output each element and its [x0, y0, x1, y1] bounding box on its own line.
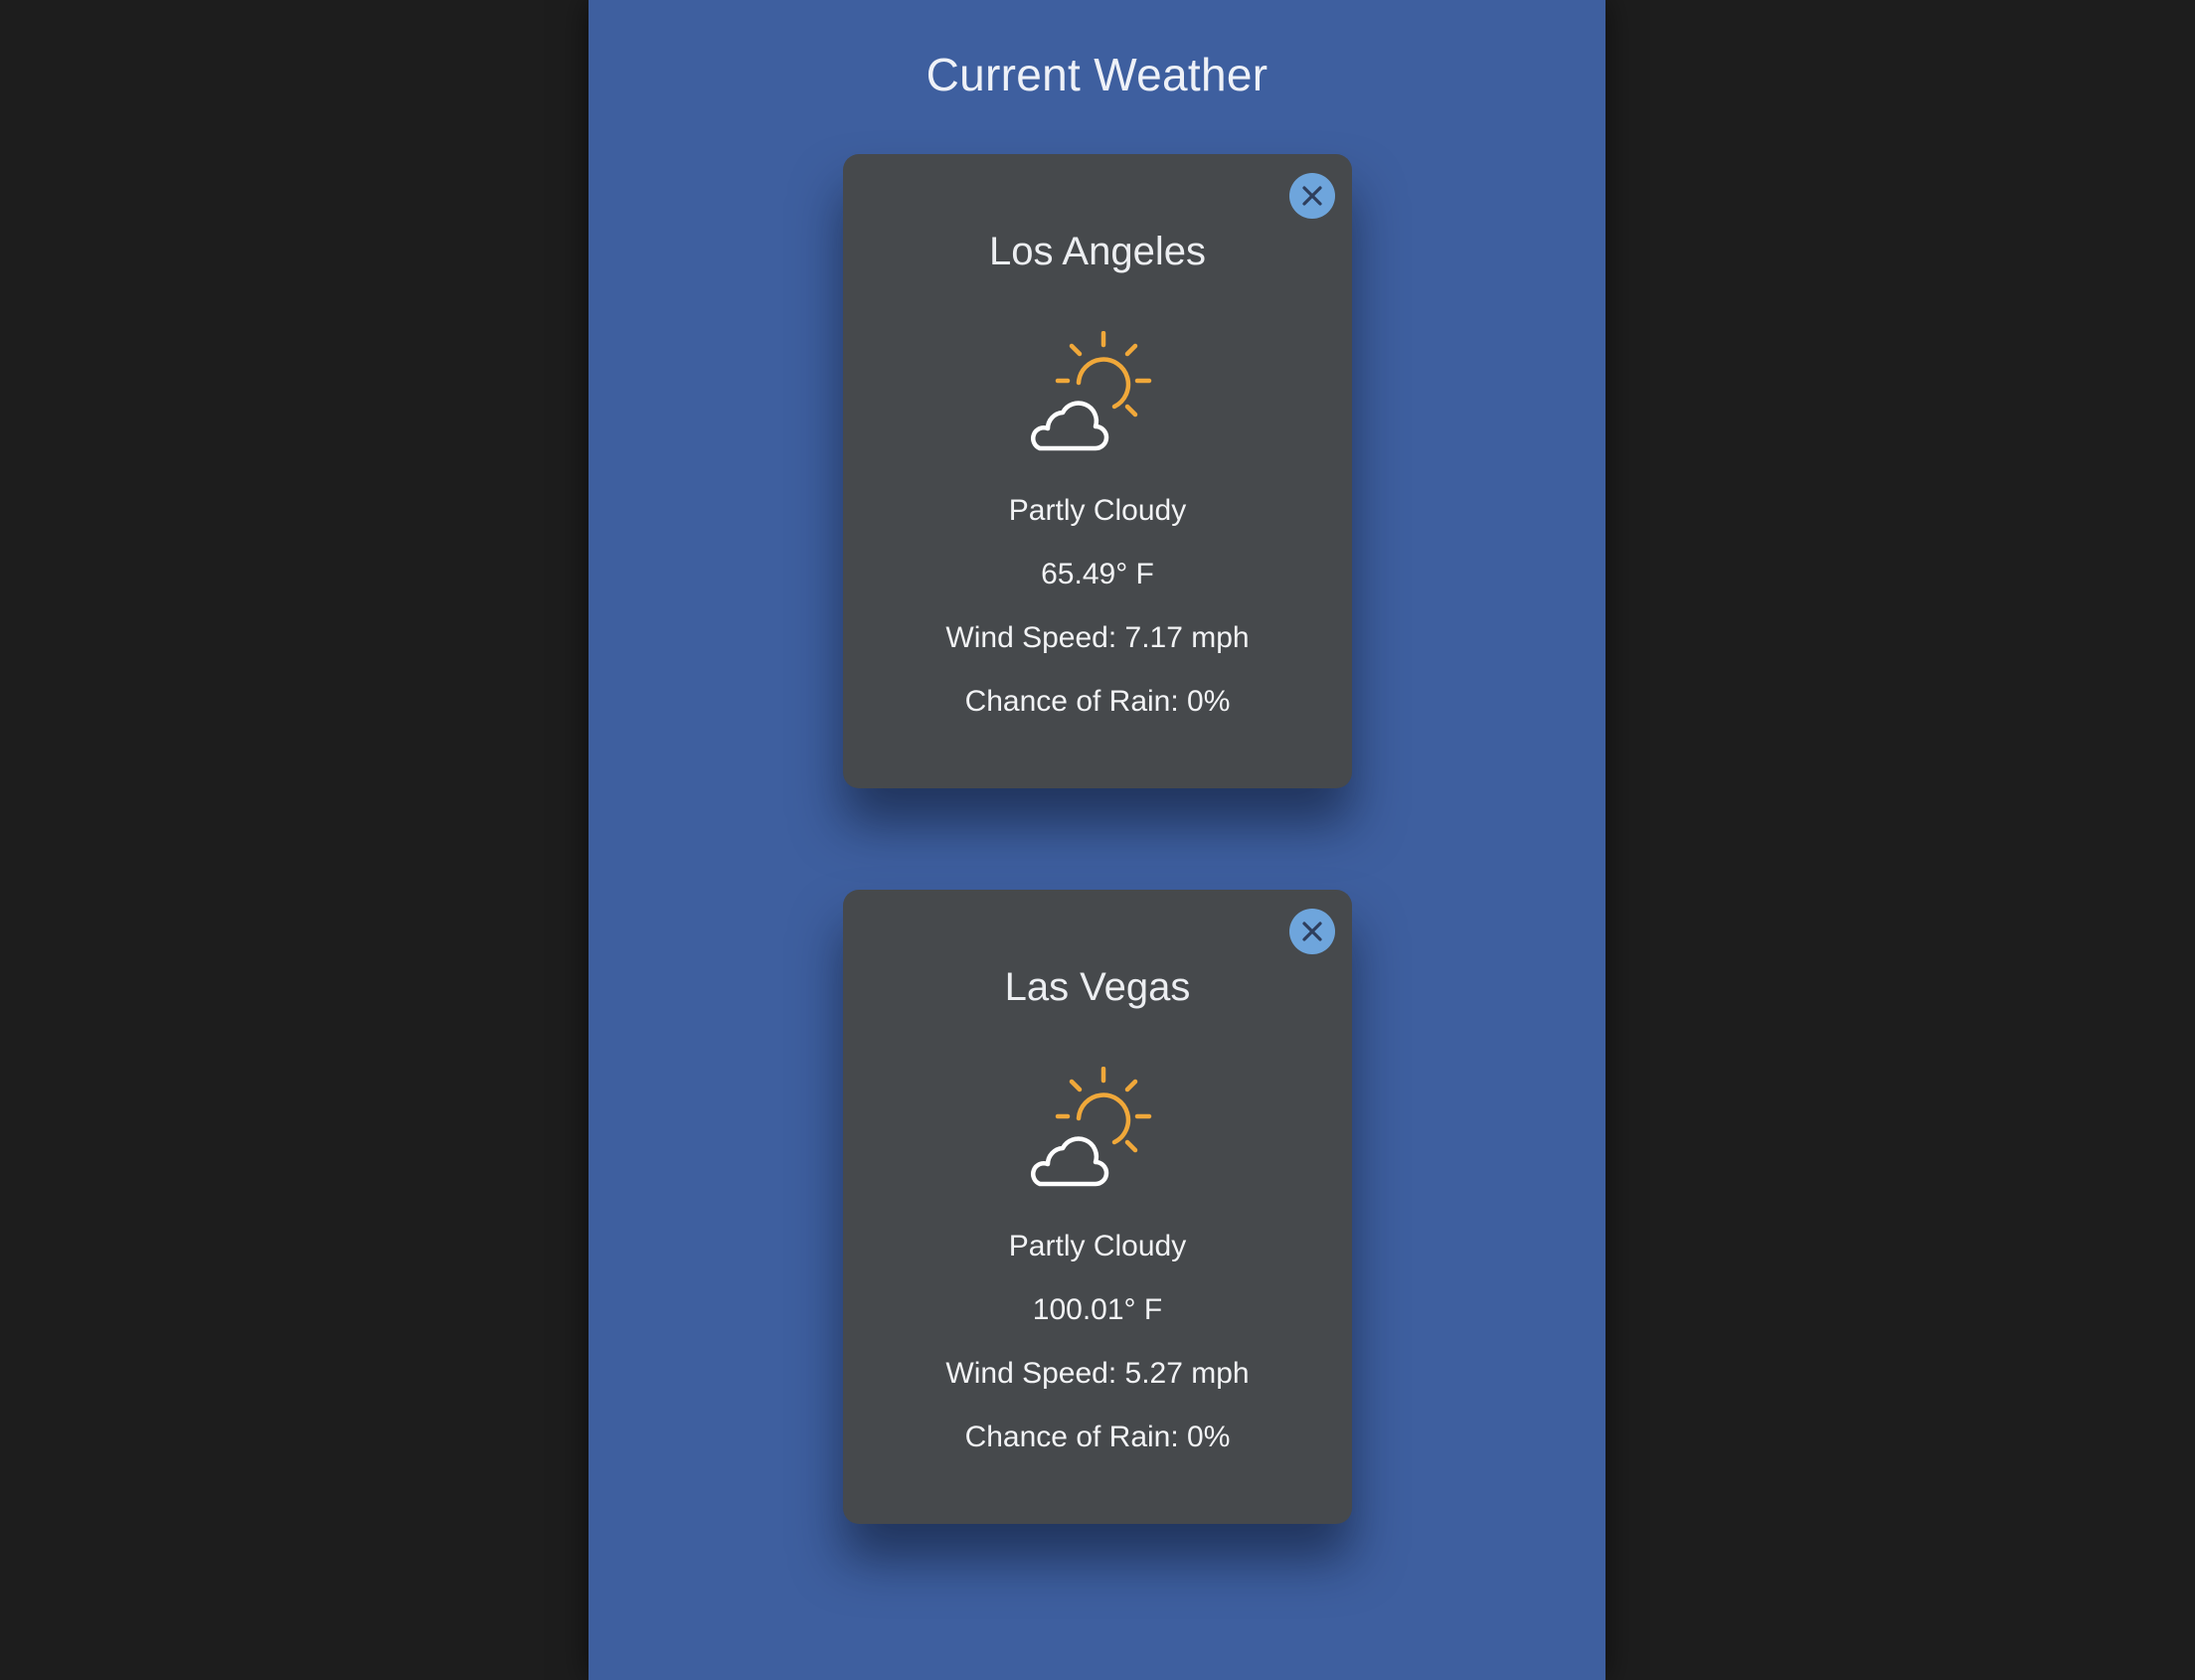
- temperature: 65.49° F: [1041, 558, 1154, 590]
- wind-speed: Wind Speed: 5.27 mph: [945, 1357, 1250, 1390]
- chance-of-rain: Chance of Rain: 0%: [964, 1421, 1231, 1453]
- city-name: Los Angeles: [989, 230, 1206, 273]
- weather-condition: Partly Cloudy: [1008, 1230, 1187, 1262]
- wind-speed: Wind Speed: 7.17 mph: [945, 621, 1250, 654]
- weather-card-los-angeles: Los Angeles Partly Cloudy 65.49° F Wind …: [843, 154, 1352, 788]
- weather-panel: Current Weather Los Angeles Partly Cloud…: [589, 0, 1605, 1680]
- partly-cloudy-icon: [1030, 1067, 1152, 1187]
- weather-card-las-vegas: Las Vegas Partly Cloudy 100.01° F Wind S…: [843, 890, 1352, 1524]
- close-icon: [1302, 186, 1322, 206]
- page-title: Current Weather: [926, 49, 1268, 100]
- close-card-button[interactable]: [1289, 909, 1335, 954]
- close-card-button[interactable]: [1289, 173, 1335, 219]
- city-name: Las Vegas: [1004, 965, 1191, 1009]
- partly-cloudy-icon: [1030, 331, 1152, 451]
- weather-condition: Partly Cloudy: [1008, 494, 1187, 527]
- temperature: 100.01° F: [1032, 1293, 1163, 1326]
- close-icon: [1302, 922, 1322, 941]
- chance-of-rain: Chance of Rain: 0%: [964, 685, 1231, 718]
